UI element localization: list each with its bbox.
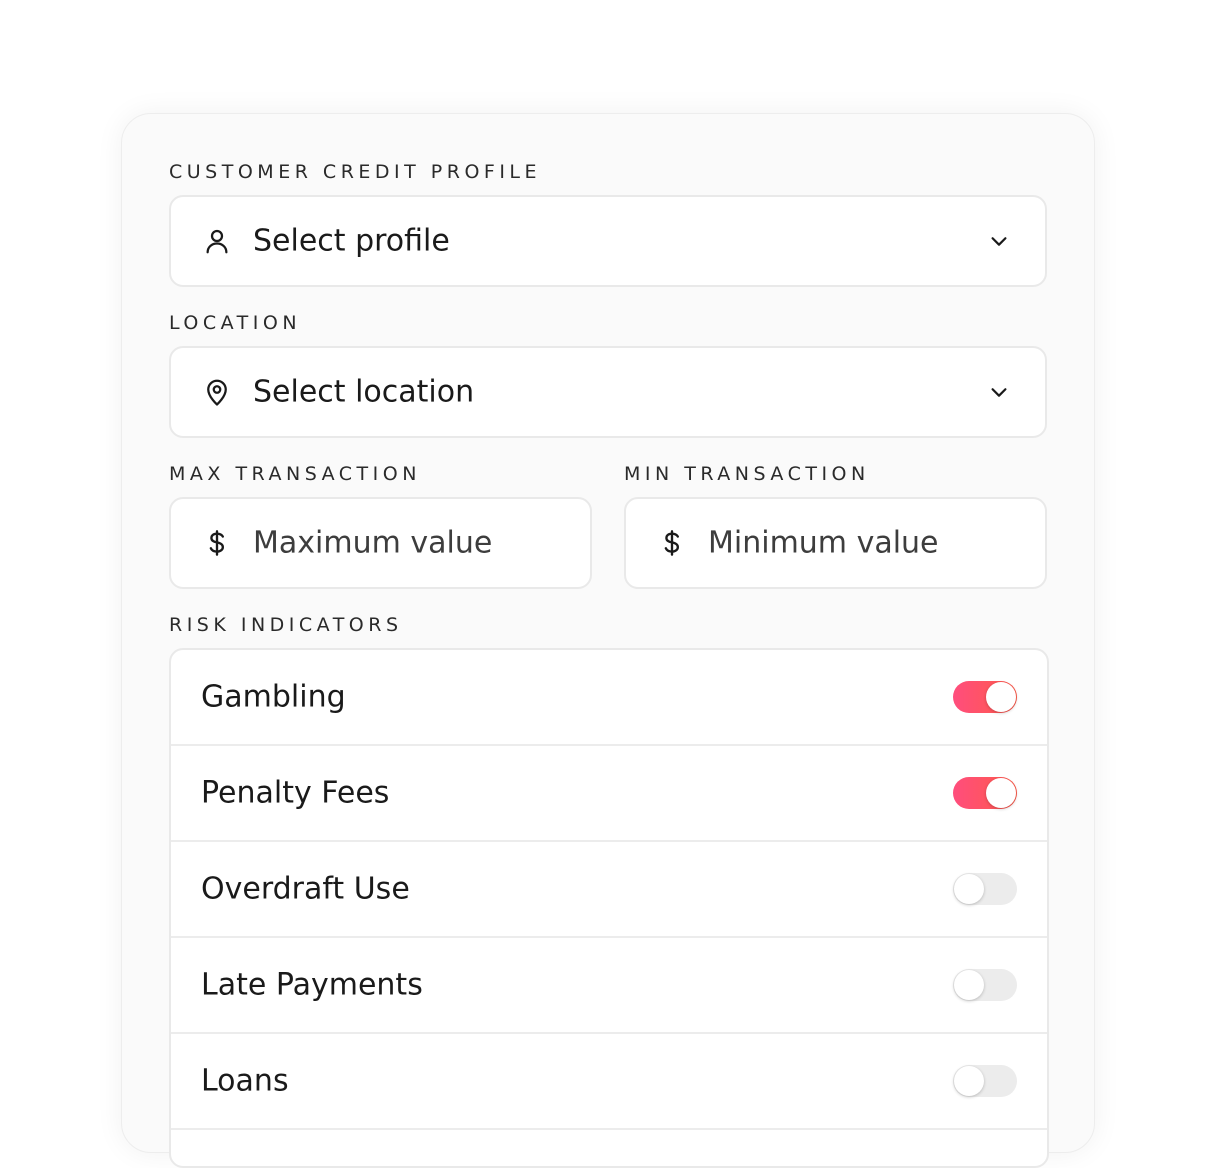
max-transaction-placeholder: Maximum value [253,525,493,561]
risk-label: Loans [201,1063,289,1099]
risk-row-penalty-fees[interactable]: Penalty Fees [171,746,1047,842]
toggle-knob [986,682,1016,712]
risk-settings-card: CUSTOMER CREDIT PROFILE Select profile L… [121,113,1095,1168]
profile-select[interactable]: Select profile [169,195,1047,287]
chevron-down-icon [987,380,1011,404]
risk-label: Gambling [201,679,346,715]
risk-indicators-list: Gambling Penalty Fees Overdraft Use Late… [169,648,1049,1168]
user-icon [201,225,233,257]
loans-toggle[interactable] [953,1065,1017,1097]
location-select-value: Select location [253,374,475,410]
dollar-icon [201,527,233,559]
min-transaction-input[interactable]: Minimum value [624,497,1047,589]
risk-row-loans[interactable]: Loans [171,1034,1047,1130]
location-select[interactable]: Select location [169,346,1047,438]
risk-row-late-payments[interactable]: Late Payments [171,938,1047,1034]
risk-label: Penalty Fees [201,775,390,811]
risk-row-gambling[interactable]: Gambling [171,650,1047,746]
risk-label: Overdraft Use [201,871,410,907]
toggle-knob [954,1066,984,1096]
risk-row-overdraft-use[interactable]: Overdraft Use [171,842,1047,938]
profile-select-value: Select profile [253,223,450,259]
max-transaction-input[interactable]: Maximum value [169,497,592,589]
profile-label: CUSTOMER CREDIT PROFILE [169,161,542,183]
map-pin-icon [201,376,233,408]
risk-label: Late Payments [201,967,423,1003]
penalty-fees-toggle[interactable] [953,777,1017,809]
risk-indicators-label: RISK INDICATORS [169,614,403,636]
late-payments-toggle[interactable] [953,969,1017,1001]
toggle-knob [954,874,984,904]
chevron-down-icon [987,229,1011,253]
max-transaction-label: MAX TRANSACTION [169,463,421,485]
toggle-knob [954,970,984,1000]
min-transaction-placeholder: Minimum value [708,525,939,561]
min-transaction-label: MIN TRANSACTION [624,463,870,485]
location-label: LOCATION [169,312,302,334]
overdraft-use-toggle[interactable] [953,873,1017,905]
dollar-icon [656,527,688,559]
gambling-toggle[interactable] [953,681,1017,713]
toggle-knob [986,778,1016,808]
